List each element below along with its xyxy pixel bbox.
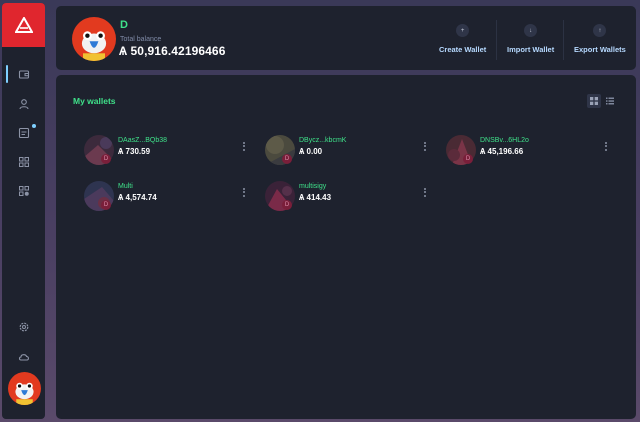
grid-icon [590, 97, 598, 105]
wallet-card[interactable]: D DNSBv...6HL2o Ѧ 45,196.66 [444, 133, 612, 167]
plugin-icon [18, 157, 29, 167]
wallet-name: multisigy [299, 183, 327, 190]
grid-view-toggle[interactable] [587, 94, 601, 108]
export-wallets-button[interactable]: ↑ Export Wallets [574, 24, 626, 58]
import-wallet-label: Import Wallet [507, 45, 555, 54]
wallet-menu-icon[interactable] [421, 139, 429, 153]
news-icon [18, 127, 29, 139]
total-balance-value: Ѧ 50,916.42196466 [119, 44, 226, 58]
wallet-card[interactable]: D DAasZ...BQb38 Ѧ 730.59 [82, 133, 250, 167]
wallet-balance: Ѧ 4,574.74 [118, 193, 157, 202]
parrot-avatar-icon [72, 17, 116, 61]
network-badge-icon: D [282, 154, 292, 164]
sidebar-item-plugin-manager[interactable] [2, 177, 45, 205]
total-balance-label: Total balance [120, 36, 162, 43]
sidebar-item-network[interactable] [2, 343, 45, 371]
wallet-menu-icon[interactable] [421, 185, 429, 199]
contact-icon [18, 99, 29, 110]
sidebar-item-contacts[interactable] [2, 90, 45, 118]
ark-logo-icon [14, 17, 33, 33]
plugin-manager-icon [18, 186, 29, 196]
list-icon [606, 97, 614, 105]
wallet-balance: Ѧ 730.59 [118, 147, 151, 156]
export-icon: ↑ [593, 24, 607, 37]
network-badge-icon: D [101, 154, 111, 164]
profile-avatar[interactable] [8, 372, 41, 405]
sidebar-item-announcements[interactable] [2, 119, 45, 147]
wallet-menu-icon[interactable] [240, 185, 248, 199]
wallet-card[interactable]: D Multi Ѧ 4,574.74 [82, 179, 250, 213]
divider [496, 20, 497, 60]
wallet-balance: Ѧ 0.00 [299, 147, 323, 156]
page-title: My wallets [73, 96, 116, 106]
profile-name: D [120, 19, 128, 31]
wallet-name: Multi [118, 183, 133, 190]
header: D Total balance Ѧ 50,916.42196466 + Crea… [56, 6, 636, 70]
gear-icon [19, 322, 28, 332]
wallet-card[interactable]: D DBycz...kbcmK Ѧ 0.00 [263, 133, 431, 167]
wallet-balance: Ѧ 45,196.66 [480, 147, 524, 156]
sidebar-item-wallets[interactable] [2, 60, 45, 88]
network-badge-icon: D [463, 154, 473, 164]
wallet-name: DAasZ...BQb38 [118, 137, 168, 144]
wallet-name: DNSBv...6HL2o [480, 137, 529, 144]
import-icon: ↓ [524, 24, 538, 37]
wallet-menu-icon[interactable] [602, 139, 610, 153]
parrot-avatar-icon [8, 372, 41, 405]
wallet-card[interactable]: D multisigy Ѧ 414.43 [263, 179, 431, 213]
plus-icon: + [456, 24, 470, 37]
sidebar-item-plugins[interactable] [2, 148, 45, 176]
export-wallets-label: Export Wallets [574, 45, 626, 54]
create-wallet-button[interactable]: + Create Wallet [439, 24, 486, 58]
cloud-icon [18, 354, 29, 361]
network-badge-icon: D [282, 200, 292, 210]
list-view-toggle[interactable] [603, 94, 617, 108]
import-wallet-button[interactable]: ↓ Import Wallet [507, 24, 554, 58]
wallet-balance: Ѧ 414.43 [299, 193, 332, 202]
network-badge-icon: D [101, 200, 111, 210]
sidebar-item-settings[interactable] [2, 313, 45, 341]
ark-logo[interactable] [2, 3, 45, 47]
wallet-icon [18, 70, 29, 79]
sidebar [2, 3, 45, 419]
wallets-panel: My wallets D DAasZ...BQb38 Ѧ 730.59 D DB… [56, 75, 636, 419]
header-avatar[interactable] [72, 17, 116, 61]
create-wallet-label: Create Wallet [439, 45, 487, 54]
wallet-name: DBycz...kbcmK [299, 137, 347, 144]
notification-dot [32, 124, 36, 128]
wallet-menu-icon[interactable] [240, 139, 248, 153]
divider [563, 20, 564, 60]
